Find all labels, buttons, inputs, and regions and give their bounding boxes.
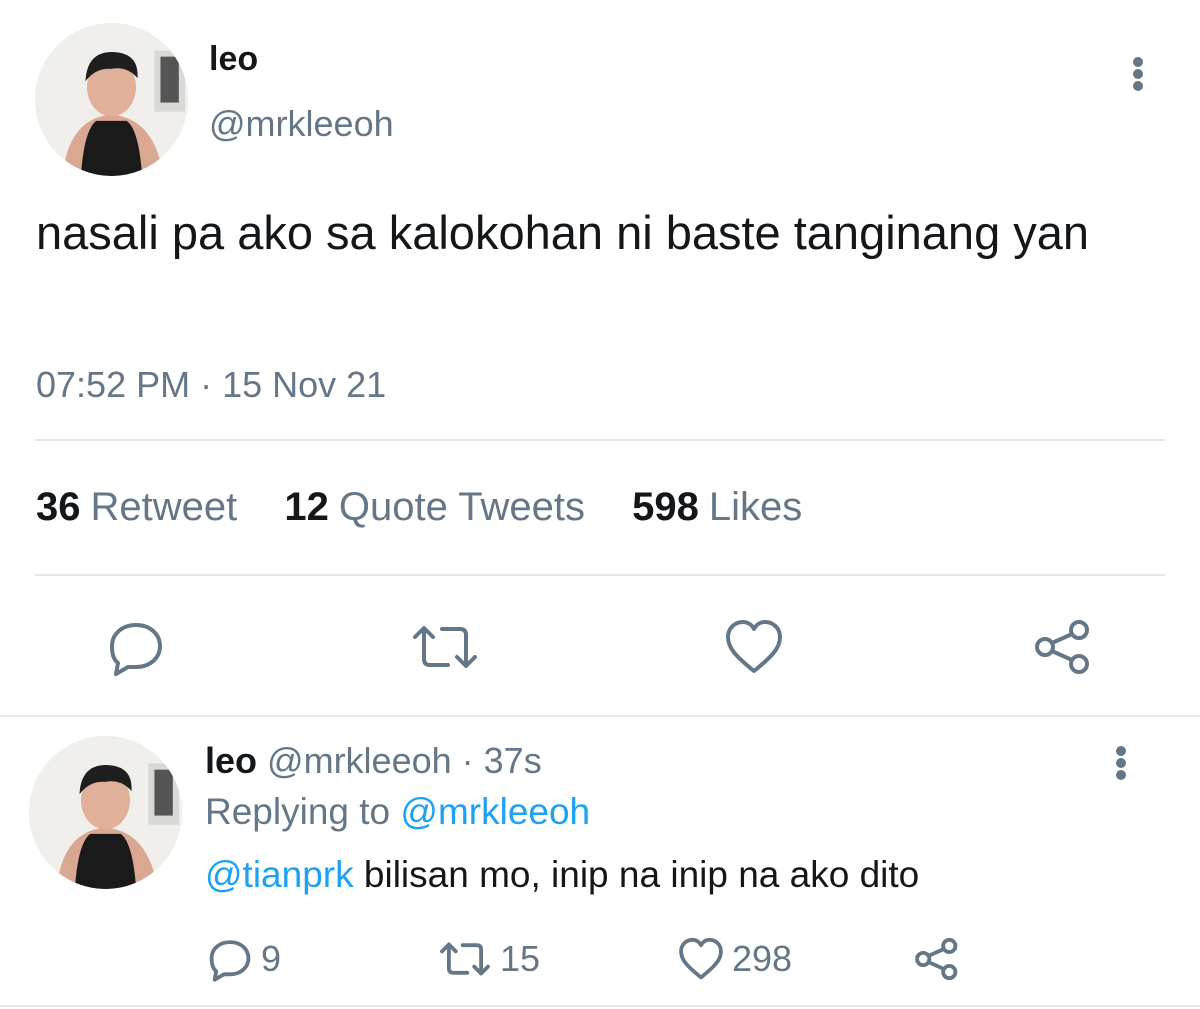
reply-count: 9 bbox=[261, 938, 282, 979]
author-handle[interactable]: @mrkleeoh bbox=[209, 103, 394, 145]
reply-button[interactable]: 9 bbox=[207, 936, 281, 982]
replying-prefix: Replying to bbox=[205, 791, 391, 832]
reply-author-name[interactable]: leo bbox=[205, 740, 257, 781]
replying-to-link[interactable]: @mrkleeoh bbox=[400, 791, 590, 832]
share-button[interactable] bbox=[1033, 617, 1093, 677]
like-button[interactable] bbox=[724, 617, 784, 677]
reply-body: bilisan mo, inip na inip na ako dito bbox=[363, 854, 920, 895]
retweets-stat[interactable]: 36 Retweet bbox=[36, 485, 237, 530]
divider bbox=[35, 574, 1165, 576]
avatar[interactable] bbox=[35, 23, 188, 176]
heart-icon bbox=[726, 620, 782, 673]
author-name[interactable]: leo bbox=[209, 40, 258, 79]
quotes-label: Quote Tweets bbox=[338, 485, 585, 529]
divider bbox=[0, 715, 1200, 717]
retweet-button[interactable] bbox=[410, 617, 480, 677]
replying-to: Replying to @mrkleeoh bbox=[205, 791, 590, 833]
retweet-count: 15 bbox=[500, 938, 541, 979]
reply-author-handle[interactable]: @mrkleeoh bbox=[267, 740, 452, 781]
reply-text: @tianprk bilisan mo, inip na inip na ako… bbox=[205, 854, 919, 896]
reply-icon bbox=[209, 940, 251, 982]
retweets-label: Retweet bbox=[90, 485, 238, 529]
retweet-icon bbox=[440, 942, 490, 976]
quotes-stat[interactable]: 12 Quote Tweets bbox=[284, 485, 585, 530]
like-count: 298 bbox=[732, 938, 793, 979]
reply-icon bbox=[110, 623, 162, 676]
more-icon[interactable] bbox=[1123, 49, 1153, 99]
quotes-count: 12 bbox=[284, 485, 329, 529]
retweet-button[interactable]: 15 bbox=[438, 936, 540, 982]
share-button[interactable] bbox=[914, 936, 968, 982]
likes-label: Likes bbox=[708, 485, 803, 529]
divider bbox=[0, 1005, 1200, 1007]
avatar[interactable] bbox=[29, 736, 182, 889]
divider bbox=[35, 439, 1165, 441]
reply-age: · 37s bbox=[461, 740, 542, 781]
more-icon[interactable] bbox=[1106, 738, 1136, 788]
share-icon bbox=[1035, 620, 1089, 674]
likes-count: 598 bbox=[632, 485, 699, 529]
reply-header: leo @mrkleeoh · 37s bbox=[205, 740, 542, 782]
tweet-stats: 36 Retweet 12 Quote Tweets 598 Likes bbox=[36, 485, 838, 530]
mention-link[interactable]: @tianprk bbox=[205, 854, 354, 895]
retweet-icon bbox=[413, 626, 477, 668]
retweets-count: 36 bbox=[36, 485, 81, 529]
reply-button[interactable] bbox=[106, 617, 166, 677]
likes-stat[interactable]: 598 Likes bbox=[632, 485, 802, 530]
main-tweet: leo @mrkleeoh nasali pa ako sa kalokohan… bbox=[0, 0, 1200, 716]
like-button[interactable]: 298 bbox=[678, 936, 792, 982]
tweet-text: nasali pa ako sa kalokohan ni baste tang… bbox=[36, 206, 1090, 259]
heart-icon bbox=[679, 937, 723, 980]
tweet-timestamp[interactable]: 07:52 PM · 15 Nov 21 bbox=[36, 364, 386, 406]
share-icon bbox=[915, 937, 958, 981]
